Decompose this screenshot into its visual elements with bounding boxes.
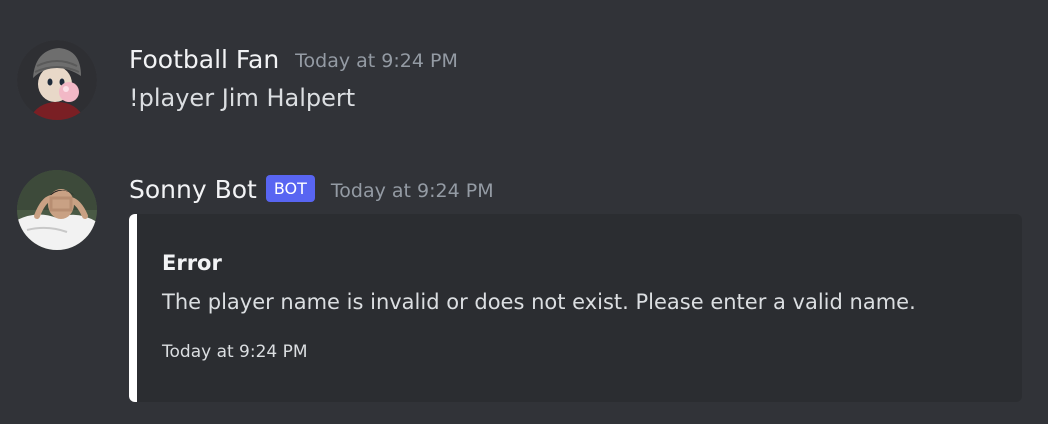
username[interactable]: Football Fan — [129, 45, 279, 74]
embed-footer-timestamp: Today at 9:24 PM — [162, 342, 308, 362]
embed-title: Error — [162, 251, 222, 275]
user-avatar[interactable] — [17, 40, 97, 120]
user-avatar-image — [17, 40, 97, 120]
username[interactable]: Sonny Bot — [129, 175, 257, 204]
bot-tag-badge: BOT — [265, 174, 315, 202]
message-content: !player Jim Halpert — [129, 84, 356, 112]
embed-description: The player name is invalid or does not e… — [162, 290, 916, 314]
message-header: Football Fan Today at 9:24 PM — [129, 40, 458, 78]
message-embed: Error The player name is invalid or does… — [129, 214, 1022, 402]
message-timestamp[interactable]: Today at 9:24 PM — [331, 180, 494, 202]
bot-avatar[interactable] — [17, 170, 97, 250]
message-header: Sonny Bot BOT Today at 9:24 PM — [129, 170, 494, 208]
bot-avatar-image — [17, 170, 97, 250]
message-timestamp[interactable]: Today at 9:24 PM — [295, 50, 458, 72]
